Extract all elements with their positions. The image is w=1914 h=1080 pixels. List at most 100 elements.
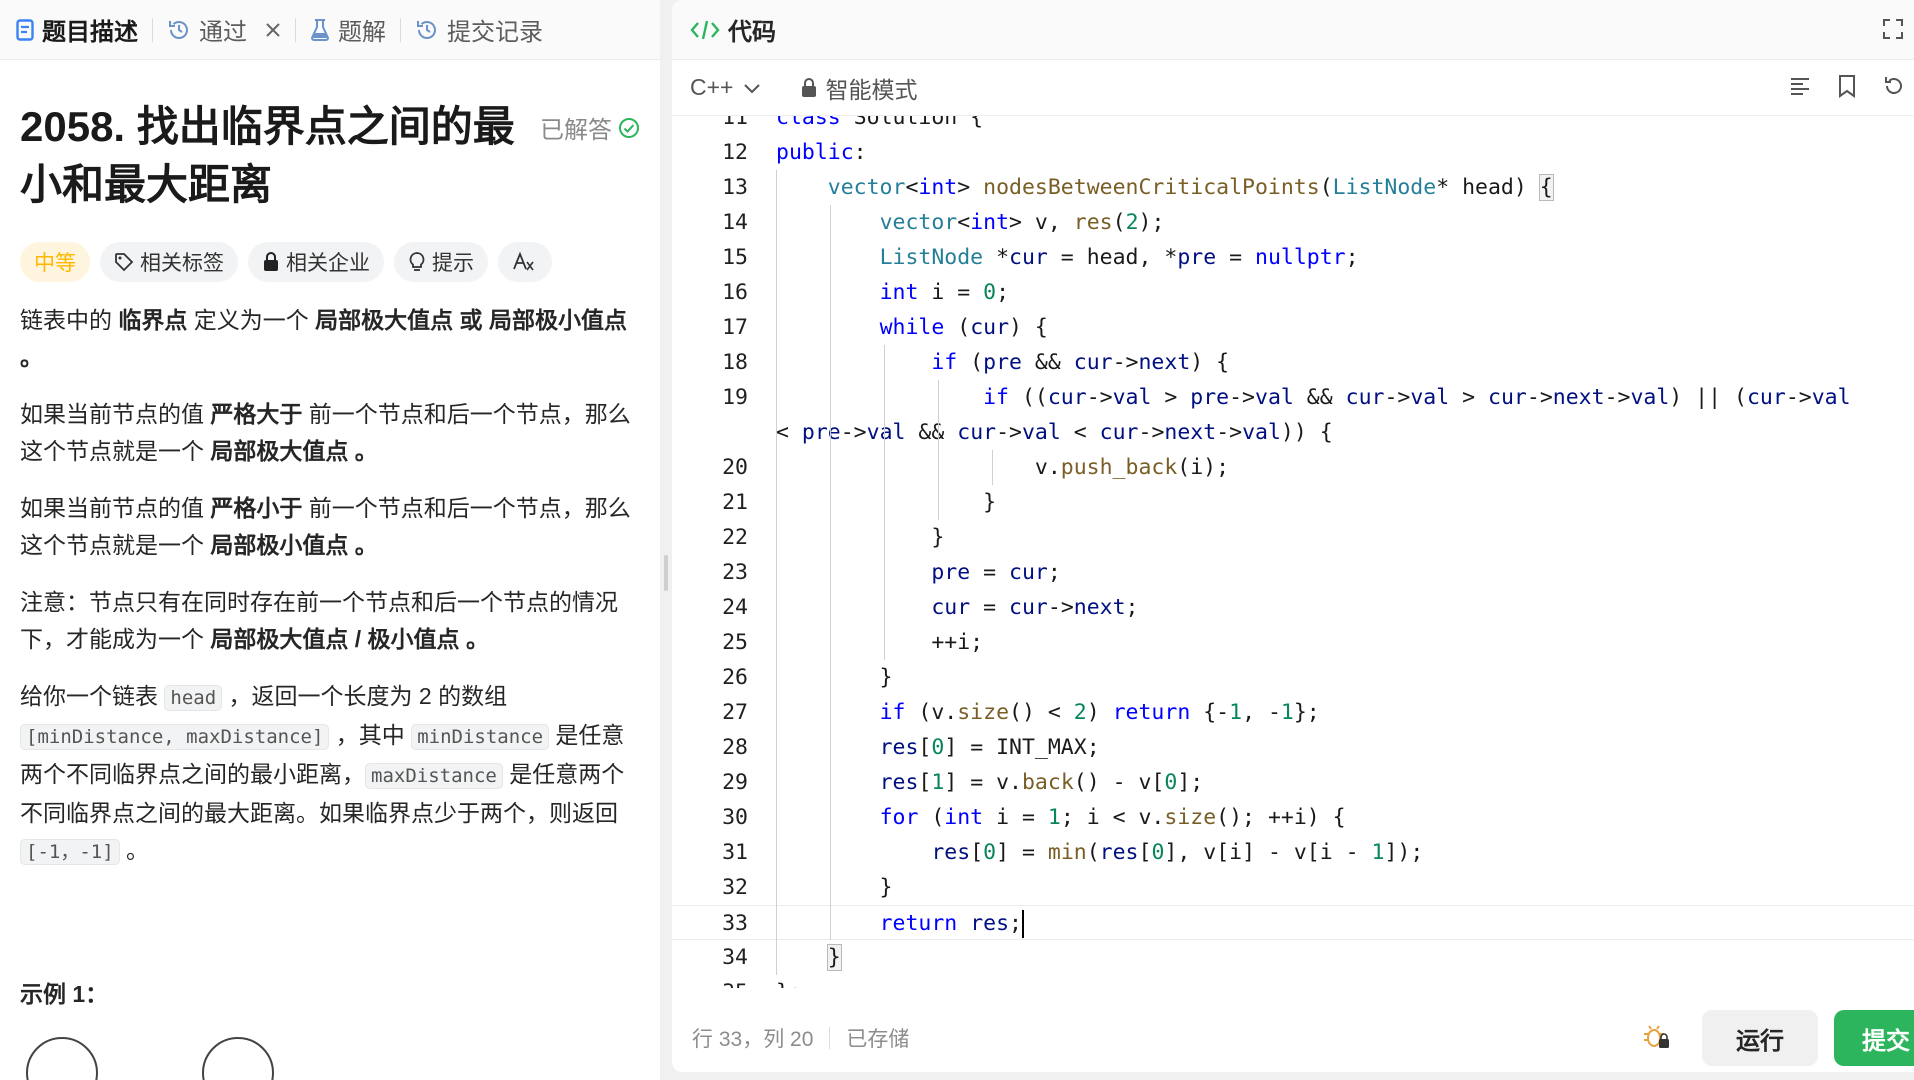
code-line[interactable]: 12 public: xyxy=(672,135,1914,170)
tag-icon xyxy=(114,252,134,272)
code-line[interactable]: 33 return res; xyxy=(672,905,1914,940)
indent-guide xyxy=(830,205,831,940)
problem-panel: 题目描述 通过 题解 提交记录 2058. 找出临界点之间的最小和最大距离 已解… xyxy=(0,0,660,1080)
hint-button[interactable]: 提示 xyxy=(394,242,488,282)
code-line[interactable]: 15 ListNode *cur = head, *pre = nullptr; xyxy=(672,240,1914,275)
code-text: class Solution { xyxy=(776,116,984,130)
code-line[interactable]: 31 res[0] = min(res[0], v[i] - v[i - 1])… xyxy=(672,835,1914,870)
line-number: 20 xyxy=(722,455,748,480)
line-number: 18 xyxy=(722,350,748,375)
bookmark-icon[interactable] xyxy=(1836,74,1858,98)
code-line[interactable]: 30 for (int i = 1; i < v.size(); ++i) { xyxy=(672,800,1914,835)
code-line[interactable]: 21 } xyxy=(672,485,1914,520)
code-text: v.push_back(i); xyxy=(776,455,1230,480)
line-number: 14 xyxy=(722,210,748,235)
splitter-grip[interactable] xyxy=(664,555,668,591)
code-line[interactable]: 29 res[1] = v.back() - v[0]; xyxy=(672,765,1914,800)
line-number: 23 xyxy=(722,560,748,585)
tab-passed[interactable]: 通过 xyxy=(167,0,295,60)
tab-solutions-label: 题解 xyxy=(338,19,386,46)
line-number: 12 xyxy=(722,140,748,165)
example-title: 示例 1： xyxy=(20,981,109,1007)
code-line[interactable]: 13 vector<int> nodesBetweenCriticalPoint… xyxy=(672,170,1914,205)
description-paragraph-1: 链表中的 临界点 定义为一个 局部极大值点 或 局部极小值点 。 xyxy=(20,302,640,376)
code-line[interactable]: < pre->val && cur->val < cur->next->val)… xyxy=(672,415,1914,450)
app-root: 题目描述 通过 题解 提交记录 2058. 找出临界点之间的最小和最大距离 已解… xyxy=(0,0,1914,1080)
line-number: 11 xyxy=(722,116,748,130)
related-companies-button[interactable]: 相关企业 xyxy=(248,242,384,282)
code-header: 代码 xyxy=(672,0,1914,60)
code-line[interactable]: 17 while (cur) { xyxy=(672,310,1914,345)
code-header-title: 代码 xyxy=(728,19,776,46)
status-bar: 行 33，列 20 已存储 运行 提交 xyxy=(672,1004,1914,1072)
check-circle-icon xyxy=(618,117,640,139)
panel-splitter[interactable] xyxy=(660,0,672,1080)
run-button[interactable]: 运行 xyxy=(1702,1010,1818,1066)
inline-code: minDistance xyxy=(411,724,550,750)
code-text: res[1] = v.back() - v[0]; xyxy=(879,770,1204,795)
code-text: } xyxy=(776,525,945,550)
code-line[interactable]: 26 } xyxy=(672,660,1914,695)
language-select[interactable]: C++ xyxy=(690,74,761,101)
smart-mode-toggle[interactable]: 智能模式 xyxy=(801,71,917,105)
line-number: 26 xyxy=(722,665,748,690)
code-text: } xyxy=(826,944,842,971)
bold-text: 临界点 xyxy=(118,307,188,333)
code-line[interactable]: 19 if ((cur->val > pre->val && cur->val … xyxy=(672,380,1914,415)
code-line[interactable]: 18 if (pre && cur->next) { xyxy=(672,345,1914,380)
maximize-icon[interactable] xyxy=(1882,18,1904,40)
code-text: ListNode *cur = head, *pre = nullptr; xyxy=(879,245,1359,270)
line-number: 35 xyxy=(672,975,748,988)
bold-text: 局部极小值点 xyxy=(210,532,349,558)
tab-divider xyxy=(400,17,401,42)
bold-text: 。 xyxy=(348,438,378,464)
saved-status: 已存储 xyxy=(846,1028,910,1051)
code-line[interactable]: 20 v.push_back(i); xyxy=(672,450,1914,485)
left-tab-bar: 题目描述 通过 题解 提交记录 xyxy=(0,0,660,60)
format-icon[interactable] xyxy=(1788,74,1812,98)
code-line[interactable]: 22 } xyxy=(672,520,1914,555)
line-number: 19 xyxy=(722,385,748,410)
tab-solutions[interactable]: 题解 xyxy=(310,0,400,60)
line-number: 24 xyxy=(722,595,748,620)
code-text: while (cur) { xyxy=(879,315,1048,340)
code-line[interactable]: 23 pre = cur; xyxy=(672,555,1914,590)
close-icon[interactable] xyxy=(265,22,281,38)
submit-button[interactable]: 提交 xyxy=(1834,1010,1914,1066)
smart-mode-label: 智能模式 xyxy=(825,76,918,103)
code-line[interactable]: 32 } xyxy=(672,870,1914,905)
text-caret xyxy=(1021,910,1024,938)
text: 如果当前节点的值 xyxy=(20,495,211,521)
code-text: }; xyxy=(776,975,802,988)
description-paragraph-4: 注意：节点只有在同时存在前一个节点和后一个节点的情况下，才能成为一个 局部极大值… xyxy=(20,584,640,658)
translate-button[interactable] xyxy=(498,242,552,282)
solved-status: 已解答 xyxy=(540,110,640,145)
description-paragraph-3: 如果当前节点的值 严格小于 前一个节点和后一个节点，那么这个节点就是一个 局部极… xyxy=(20,490,640,564)
code-line[interactable]: 25 ++i; xyxy=(672,625,1914,660)
code-line[interactable]: 14 vector<int> v, res(2); xyxy=(672,205,1914,240)
text: ，返回一个长度为 2 的数组 xyxy=(222,683,508,709)
description-icon xyxy=(16,18,34,41)
related-tags-button[interactable]: 相关标签 xyxy=(100,242,238,282)
reset-icon[interactable] xyxy=(1882,74,1906,98)
lock-icon xyxy=(262,252,280,272)
code-line[interactable]: 27 if (v.size() < 2) return {-1, -1}; xyxy=(672,695,1914,730)
line-number: 21 xyxy=(722,490,748,515)
tab-description[interactable]: 题目描述 xyxy=(16,0,152,60)
code-line[interactable]: 34 } xyxy=(672,940,1914,975)
line-number: 29 xyxy=(722,770,748,795)
code-editor[interactable]: 11 class Solution { 12 public: 13 vector<int… xyxy=(672,116,1914,988)
flask-icon xyxy=(310,18,330,42)
tab-submissions[interactable]: 提交记录 xyxy=(415,0,557,60)
code-line[interactable]: 28 res[0] = INT_MAX; xyxy=(672,730,1914,765)
line-number: 30 xyxy=(722,805,748,830)
code-line[interactable]: 35}; xyxy=(672,975,1914,988)
code-line[interactable]: 16 int i = 0; xyxy=(672,275,1914,310)
code-line[interactable]: 24 cur = cur->next; xyxy=(672,590,1914,625)
bold-text: 。 xyxy=(459,626,489,652)
code-text: res[0] = INT_MAX; xyxy=(879,735,1100,760)
debug-icon[interactable] xyxy=(1642,1024,1670,1050)
code-text: public: xyxy=(776,140,867,165)
editor-tools xyxy=(1788,74,1906,98)
code-line[interactable]: 11 class Solution { xyxy=(672,116,1914,135)
